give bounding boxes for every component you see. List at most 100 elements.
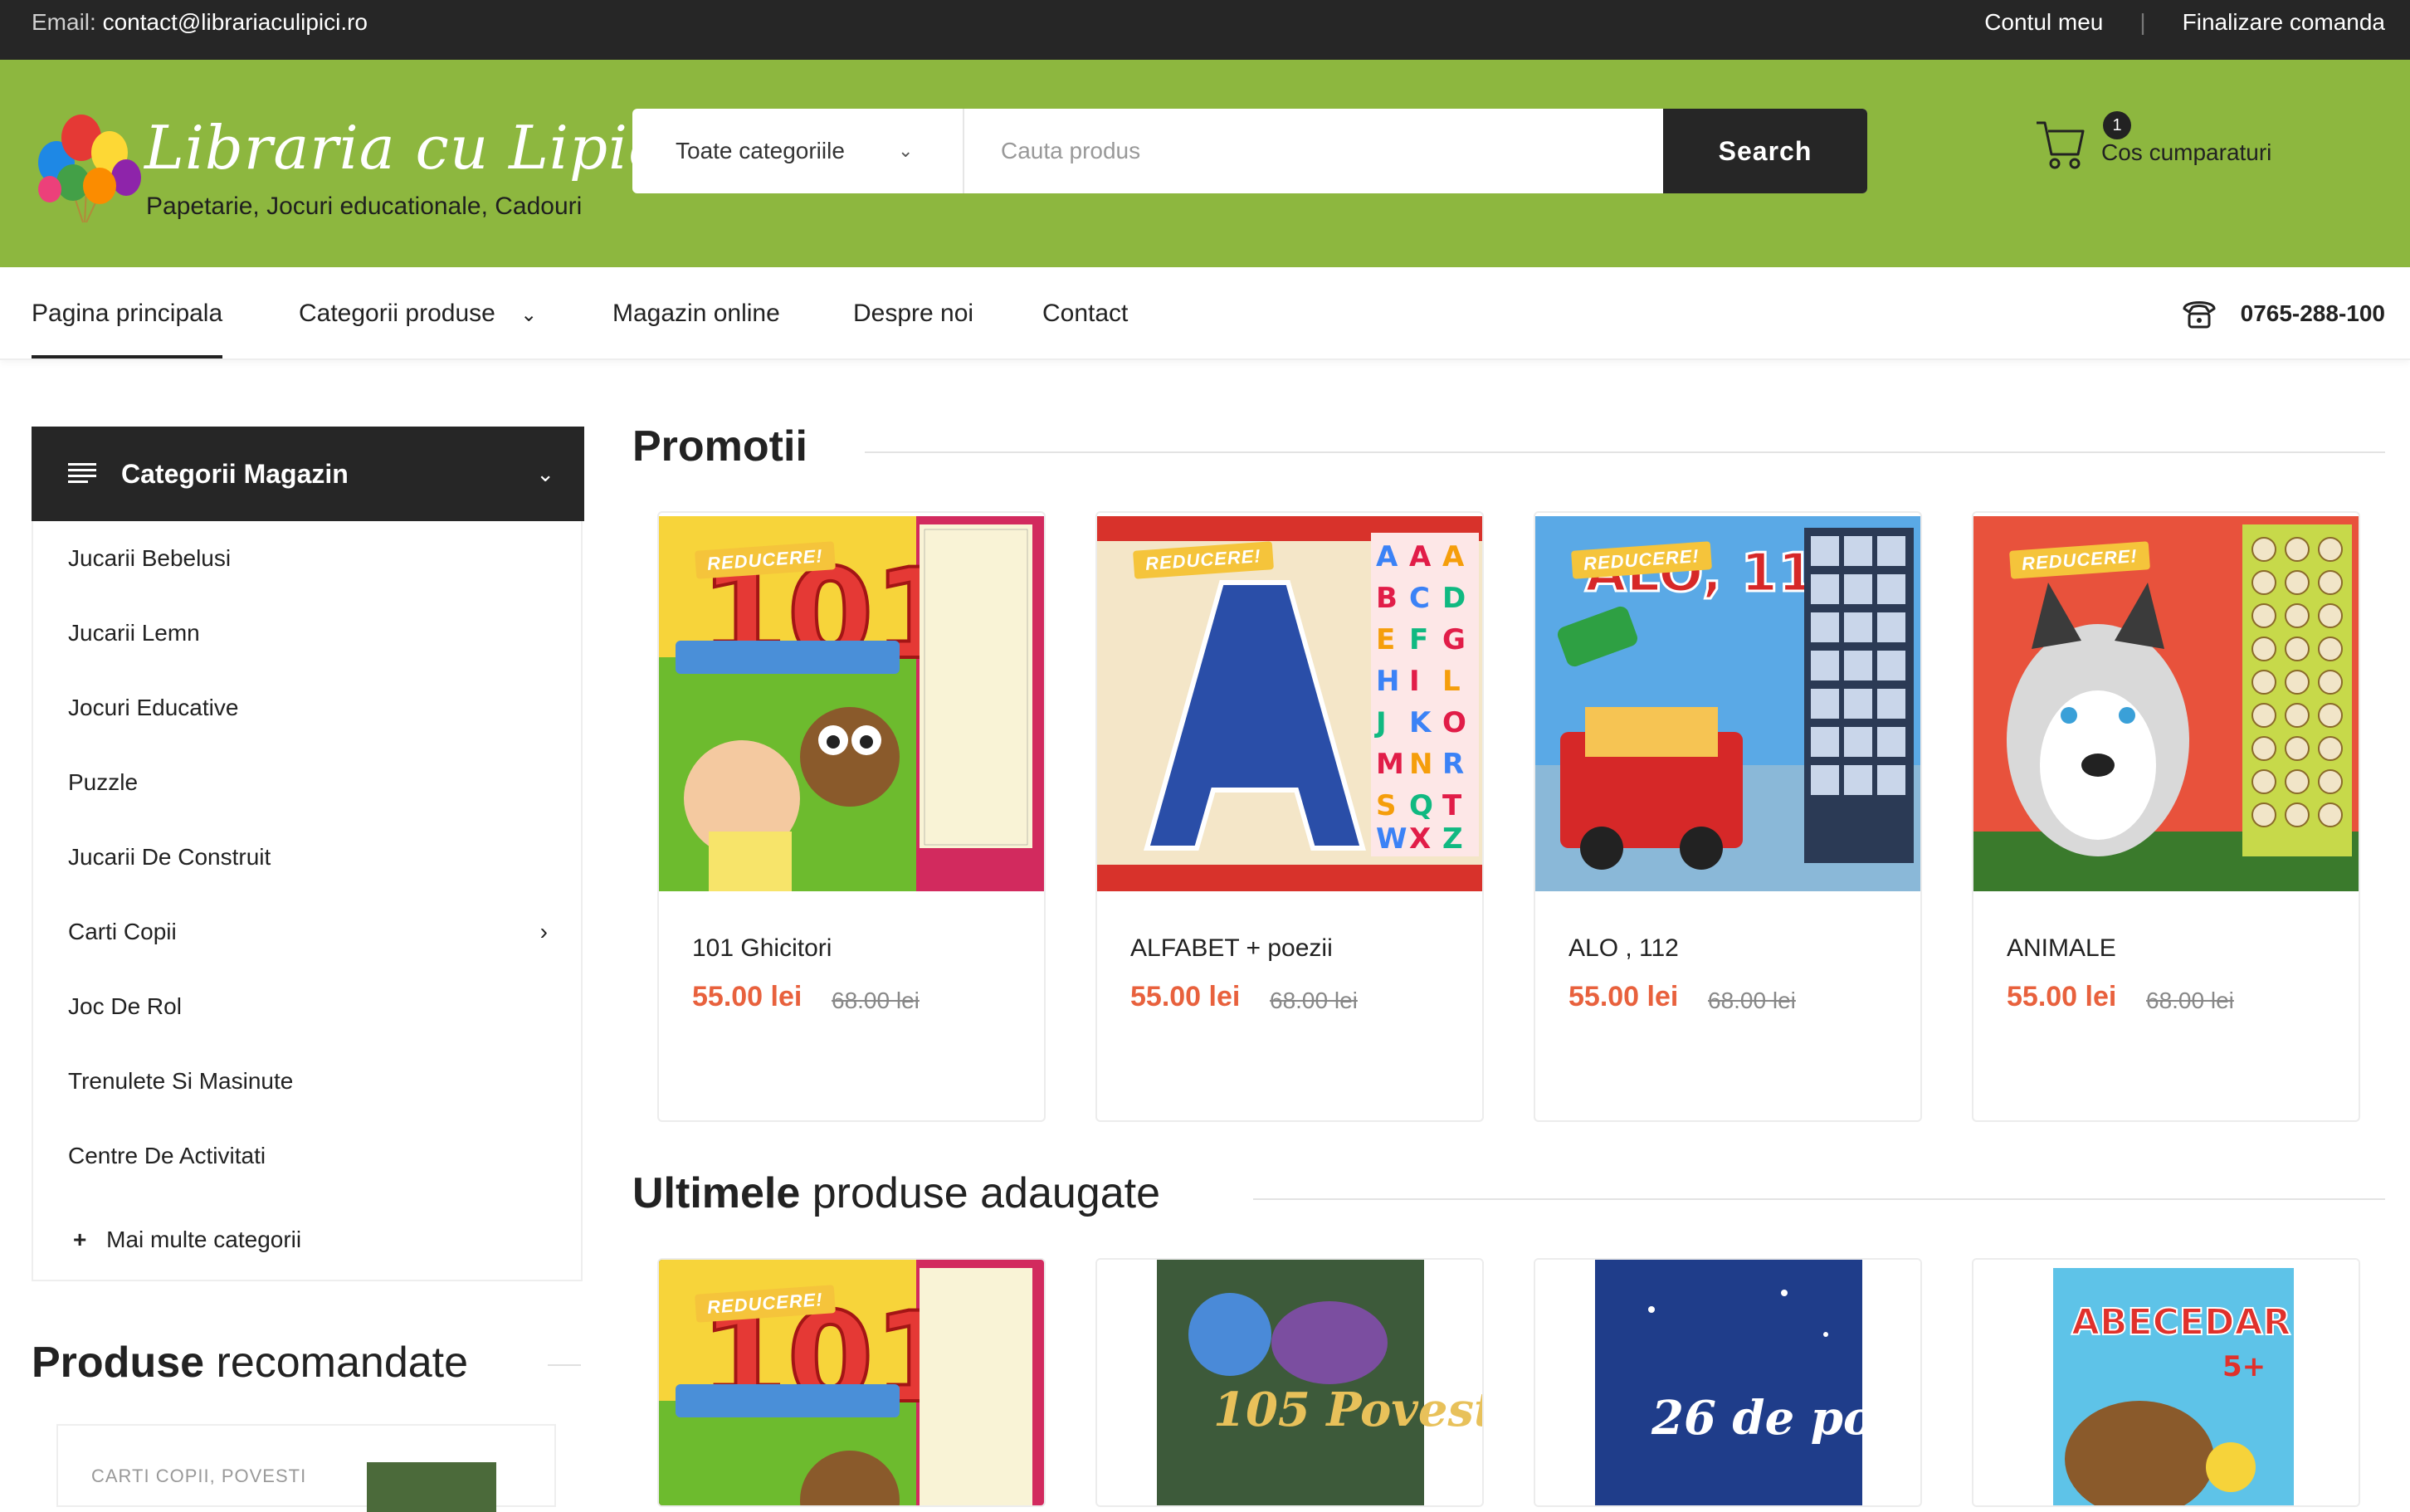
svg-text:T: T: [1442, 789, 1462, 822]
category-list: Jucarii Bebelusi Jucarii Lemn Jocuri Edu…: [33, 521, 581, 1193]
product-card[interactable]: 105 Povesti: [1095, 1258, 1484, 1507]
book-cover-26-povesti: 26 de povesti: [1535, 1260, 1920, 1505]
nav-categories-label: Categorii produse: [299, 300, 495, 327]
book-cover-105-povesti: 105 Povesti: [1097, 1260, 1482, 1505]
category-select[interactable]: Toate categoriile ⌄: [632, 109, 964, 193]
svg-text:C: C: [1409, 582, 1430, 615]
sidebar-item-centre-de-activitati[interactable]: Centre De Activitati: [33, 1119, 581, 1193]
product-title[interactable]: ANIMALE: [2007, 934, 2116, 963]
product-price: 55.00 lei: [692, 981, 803, 1012]
logo-name: Libraria cu Lipici: [144, 113, 683, 183]
cart-icon: [2037, 121, 2085, 169]
svg-text:B: B: [1376, 582, 1398, 615]
search-bar: Toate categoriile ⌄ Search: [632, 109, 1867, 193]
category-select-value: Toate categoriile: [676, 138, 845, 163]
section-divider: [548, 1364, 581, 1366]
promotii-title: Promotii: [632, 422, 807, 471]
sidebar-item-trenulete-si-masinute[interactable]: Trenulete Si Masinute: [33, 1044, 581, 1119]
product-image[interactable]: 101 REDUCERE!: [659, 516, 1044, 891]
svg-text:R: R: [1442, 748, 1464, 781]
phone-label: 0765-288-100: [2240, 300, 2385, 326]
svg-text:H: H: [1376, 665, 1399, 698]
more-categories-link[interactable]: + Mai multe categorii: [73, 1227, 301, 1253]
svg-text:F: F: [1409, 623, 1428, 656]
section-divider: [1253, 1198, 2385, 1200]
product-image[interactable]: AAA BCD EFG HIL JKO MNR SQT WXZ REDUCERE…: [1097, 516, 1482, 891]
product-card[interactable]: AAA BCD EFG HIL JKO MNR SQT WXZ REDUCERE…: [1095, 511, 1484, 1122]
sidebar-item-carti-copii[interactable]: Carti Copii ›: [33, 895, 581, 969]
nav-home[interactable]: Pagina principala: [32, 267, 223, 358]
svg-text:M: M: [1376, 748, 1404, 781]
site-header: Libraria cu Lipici Papetarie, Jocuri edu…: [0, 60, 2410, 267]
product-title[interactable]: ALFABET + poezii: [1130, 934, 1333, 963]
sidebar-header[interactable]: Categorii Magazin ⌄: [32, 427, 584, 521]
product-old-price: 68.00 lei: [832, 988, 920, 1013]
sidebar-title: Categorii Magazin: [121, 459, 349, 489]
product-price: 55.00 lei: [1568, 981, 1679, 1012]
cart-label: Cos cumparaturi: [2101, 139, 2272, 165]
product-old-price: 68.00 lei: [1270, 988, 1358, 1013]
product-card[interactable]: 26 de povesti: [1534, 1258, 1922, 1507]
svg-text:Q: Q: [1409, 789, 1433, 822]
svg-text:E: E: [1376, 623, 1395, 656]
svg-text:I: I: [1409, 665, 1420, 698]
cover-title: 105 Povesti: [1213, 1383, 1482, 1437]
site-logo[interactable]: Libraria cu Lipici Papetarie, Jocuri edu…: [33, 106, 681, 231]
svg-text:A: A: [1376, 540, 1398, 573]
sidebar-item-jucarii-de-construit[interactable]: Jucarii De Construit: [33, 820, 581, 895]
product-card[interactable]: REDUCERE! ANIMALE 55.00 lei 68.00 lei: [1972, 511, 2360, 1122]
cart[interactable]: 1 Cos cumparaturi: [2035, 108, 2300, 183]
search-input[interactable]: [966, 109, 1663, 193]
svg-text:W: W: [1376, 822, 1407, 856]
search-button[interactable]: Search: [1663, 109, 1867, 193]
latest-title: Ultimele produse adaugate: [632, 1168, 1160, 1218]
sidebar-item-puzzle[interactable]: Puzzle: [33, 745, 581, 820]
product-title[interactable]: ALO , 112: [1568, 934, 1679, 963]
product-old-price: 68.00 lei: [1708, 988, 1796, 1013]
product-price: 55.00 lei: [2007, 981, 2117, 1012]
account-link[interactable]: Contul meu: [1984, 8, 2103, 37]
chevron-down-icon: ⌄: [520, 304, 538, 326]
phone-number[interactable]: 0765-288-100: [2183, 267, 2385, 360]
nav-contact[interactable]: Contact: [1042, 267, 1128, 360]
sidebar-item-jucarii-bebelusi[interactable]: Jucarii Bebelusi: [33, 521, 581, 596]
product-card[interactable]: ALO, 112 REDUCERE! ALO , 112 55.00 lei 6…: [1534, 511, 1922, 1122]
top-links: Contul meu | Finalizare comanda: [1984, 8, 2385, 37]
section-divider: [865, 451, 2385, 453]
svg-text:D: D: [1442, 582, 1466, 615]
svg-text:A: A: [1442, 540, 1465, 573]
logo-tagline: Papetarie, Jocuri educationale, Cadouri: [146, 193, 583, 220]
top-separator: |: [2139, 9, 2146, 35]
sidebar-item-jucarii-lemn[interactable]: Jucarii Lemn: [33, 596, 581, 671]
balloons-logo-icon: [38, 115, 141, 223]
nav-categories[interactable]: Categorii produse ⌄: [299, 267, 537, 360]
nav-about[interactable]: Despre noi: [853, 267, 973, 360]
product-category: CARTI COPII, POVESTI: [91, 1466, 307, 1486]
sidebar-item-label: Carti Copii: [68, 919, 177, 944]
svg-text:J: J: [1374, 706, 1387, 739]
product-image[interactable]: REDUCERE!: [1973, 516, 2359, 891]
sidebar-item-joc-de-rol[interactable]: Joc De Rol: [33, 969, 581, 1044]
category-sidebar: Categorii Magazin ⌄ Jucarii Bebelusi Juc…: [32, 427, 584, 1281]
sidebar-item-jocuri-educative[interactable]: Jocuri Educative: [33, 671, 581, 745]
product-title[interactable]: 101 Ghicitori: [692, 934, 832, 963]
telephone-icon: [2183, 301, 2216, 329]
plus-icon: +: [73, 1227, 87, 1252]
product-price: 55.00 lei: [1130, 981, 1241, 1012]
svg-text:O: O: [1442, 706, 1466, 739]
latest-title-bold: Ultimele: [632, 1169, 801, 1217]
nav-shop[interactable]: Magazin online: [612, 267, 780, 360]
product-image[interactable]: ALO, 112 REDUCERE!: [1535, 516, 1920, 891]
chevron-right-icon: ›: [539, 919, 548, 944]
product-card[interactable]: ABECEDAR 5+: [1972, 1258, 2360, 1507]
recommended-product-card[interactable]: CARTI COPII, POVESTI: [56, 1424, 556, 1512]
checkout-link[interactable]: Finalizare comanda: [2183, 8, 2385, 37]
recommended-title-bold: Produse: [32, 1339, 205, 1387]
product-thumbnail: [367, 1462, 496, 1512]
svg-text:G: G: [1442, 623, 1466, 656]
product-card[interactable]: 101 REDUCERE! 101 Ghicitori 55.00 lei 68…: [657, 511, 1046, 1122]
chevron-down-icon: ⌄: [536, 461, 554, 486]
svg-text:S: S: [1376, 789, 1397, 822]
product-card[interactable]: 101 REDUCERE!: [657, 1258, 1046, 1507]
email-link[interactable]: contact@librariaculipici.ro: [103, 9, 368, 35]
